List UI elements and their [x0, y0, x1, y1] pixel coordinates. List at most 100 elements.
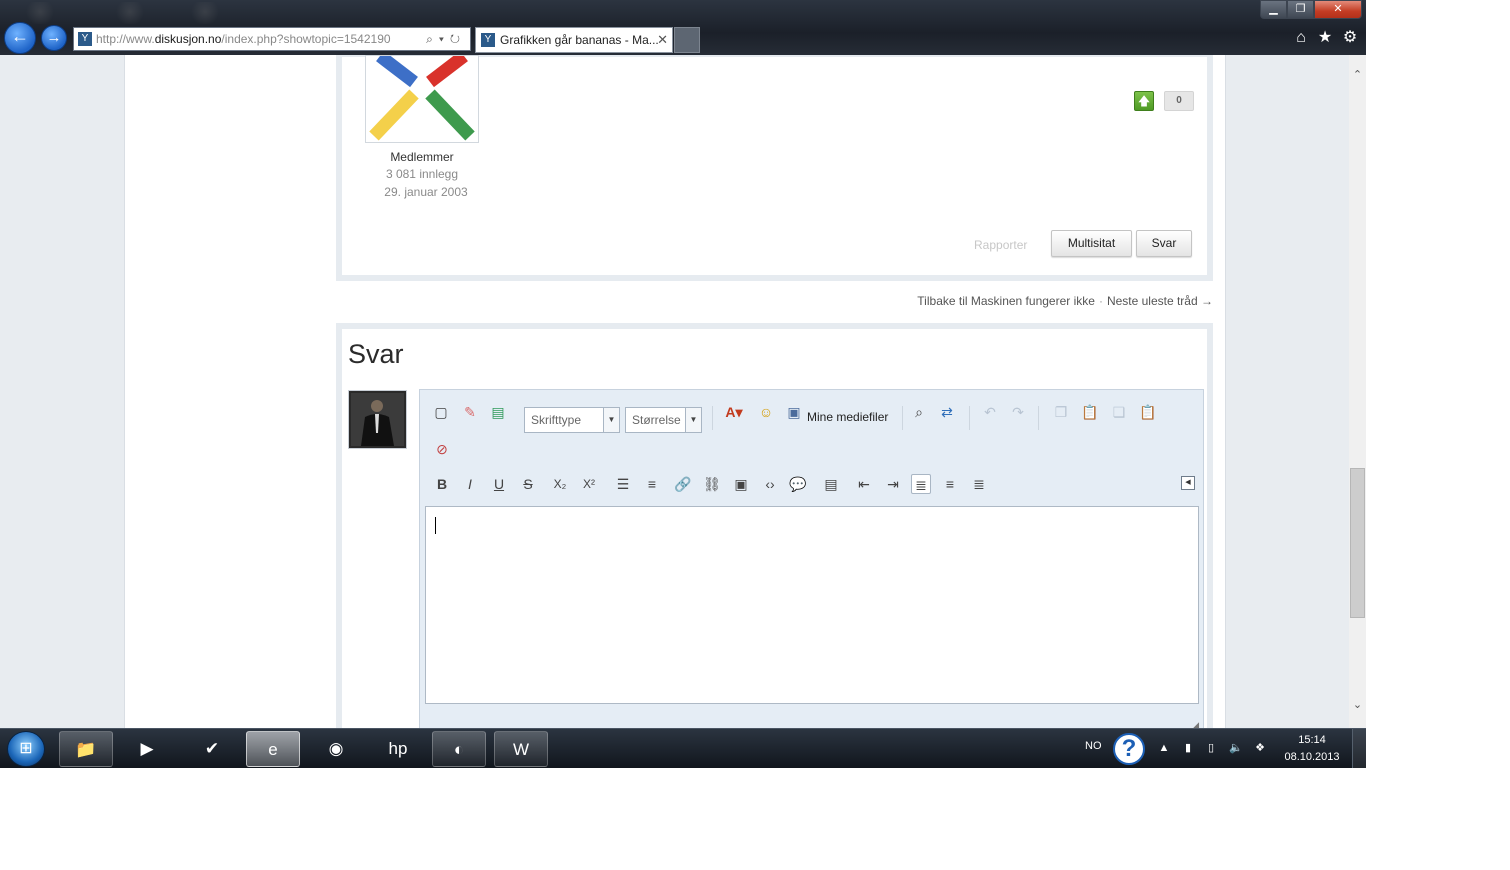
vertical-scrollbar[interactable]: ⌃ ⌄ [1349, 55, 1366, 728]
bittorrent-task[interactable]: ◐ [432, 731, 486, 767]
new-tab-button[interactable] [674, 27, 700, 53]
author-post-count: 3 081 innlegg [385, 167, 459, 181]
text-color-icon[interactable]: A▾ [720, 402, 748, 422]
user-avatar[interactable] [348, 390, 407, 449]
network-signal-icon[interactable]: ▮ [1181, 741, 1195, 755]
dropbox-icon[interactable]: ❖ [1253, 741, 1267, 755]
volume-muted-icon[interactable]: 🔈 [1229, 741, 1243, 755]
align-right-button[interactable]: ≣ [969, 474, 989, 494]
report-link[interactable]: Rapporter [974, 238, 1027, 252]
bold-button[interactable]: B [432, 474, 452, 494]
bulleted-list-button[interactable]: ☰ [613, 474, 633, 494]
favorites-star-icon[interactable]: ★ [1316, 29, 1334, 47]
editor-toolbar-top: ▢ ✎ ▤ Skrifttype ▼ Størrelse ▼ A▾ ☺ ▣ Mi… [424, 398, 1194, 433]
vote-up-button[interactable]: 🡅 [1134, 91, 1154, 111]
image-button[interactable]: ▣ [731, 474, 751, 494]
underline-button[interactable]: U [489, 474, 509, 494]
multiquote-button[interactable]: Multisitat [1051, 230, 1132, 257]
word-task[interactable]: W [494, 731, 548, 767]
subscript-button[interactable]: X₂ [550, 474, 570, 494]
editor-toolbar-format: B I U S X₂ X² ☰ ≡ 🔗 ⛓ ▣ ‹› 💬 ▤ ⇤ ⇥ ≣ ≡ ≣ [424, 470, 1194, 500]
tab-title: Grafikken går bananas - Ma... [500, 33, 659, 47]
address-bar[interactable]: Y http://www.diskusjon.no/index.php?show… [73, 27, 471, 51]
clock-time[interactable]: 15:14 [1280, 734, 1344, 746]
link-button[interactable]: 🔗 [673, 474, 693, 494]
internet-explorer-task[interactable]: e [246, 731, 300, 767]
minimize-button[interactable]: ▁ [1260, 0, 1287, 19]
explorer-task[interactable]: 📁 [59, 731, 113, 767]
code-button[interactable]: ‹› [760, 474, 780, 494]
resize-handle-icon[interactable]: ◢ [1192, 720, 1199, 728]
show-desktop-button[interactable] [1352, 729, 1366, 768]
reply-text-area[interactable] [425, 506, 1199, 704]
back-to-forum-link[interactable]: Tilbake til Maskinen fungerer ikke [917, 294, 1095, 308]
thread-navigation: Tilbake til Maskinen fungerer ikke · Neste… [917, 294, 1213, 308]
paste-text-icon[interactable]: ❏ [1109, 402, 1129, 422]
unlink-button[interactable]: ⛓ [702, 474, 722, 494]
back-button[interactable]: ← [4, 22, 36, 54]
help-icon[interactable]: ? [1113, 733, 1145, 765]
size-select[interactable]: Størrelse ▼ [625, 407, 702, 433]
emoticon-icon[interactable]: ☺ [756, 402, 776, 422]
scroll-down-icon[interactable]: ⌄ [1349, 697, 1366, 713]
quote-button[interactable]: 💬 [788, 474, 808, 494]
toolbar-divider [1038, 406, 1039, 430]
numbered-list-button[interactable]: ≡ [642, 474, 662, 494]
copy-icon[interactable]: ❐ [1051, 402, 1071, 422]
browser-tab[interactable]: Y Grafikken går bananas - Ma... ✕ [475, 27, 673, 53]
italic-button[interactable]: I [460, 474, 480, 494]
superscript-button[interactable]: X² [579, 474, 599, 494]
paste-word-icon[interactable]: 📋 [1138, 402, 1158, 422]
collapse-toolbar-icon[interactable]: ◀ [1181, 476, 1195, 490]
indent-button[interactable]: ⇥ [883, 474, 903, 494]
paste-icon[interactable]: 📋 [1080, 402, 1100, 422]
redo-icon[interactable]: ↷ [1008, 402, 1028, 422]
close-window-button[interactable]: ✕ [1314, 0, 1362, 19]
undo-icon[interactable]: ↶ [980, 402, 1000, 422]
battery-icon[interactable]: ▯ [1204, 741, 1218, 755]
show-hidden-icons-icon[interactable]: ▲ [1157, 741, 1171, 755]
find-icon[interactable]: ⌕ [909, 402, 929, 422]
nav-separator: · [1098, 294, 1103, 308]
address-actions-icon[interactable]: ⌕▾↻ [426, 28, 466, 50]
font-select[interactable]: Skrifttype ▼ [524, 407, 620, 433]
chevron-down-icon: ▼ [603, 408, 619, 432]
font-select-value: Skrifttype [531, 413, 582, 427]
toolbar-divider [712, 406, 713, 430]
tasks-app-task[interactable]: ✔ [185, 731, 239, 767]
clock-date[interactable]: 08.10.2013 [1280, 751, 1344, 763]
insert-table-icon[interactable]: ▤ [488, 402, 508, 422]
align-left-button[interactable]: ≣ [911, 474, 931, 494]
eraser-icon[interactable]: ✎ [460, 402, 480, 422]
home-icon[interactable]: ⌂ [1292, 29, 1310, 47]
internet-explorer-icon: e [268, 740, 278, 759]
scroll-thumb[interactable] [1350, 468, 1365, 618]
media-player-task[interactable]: ▶ [120, 731, 174, 767]
chevron-down-icon: ▼ [685, 408, 701, 432]
url-path: /index.php?showtopic=1542190 [221, 32, 391, 46]
spoiler-button[interactable]: ▤ [821, 474, 841, 494]
reply-button[interactable]: Svar [1136, 230, 1192, 257]
start-button[interactable]: ⊞ [7, 731, 45, 767]
strikethrough-button[interactable]: S [518, 474, 538, 494]
media-files-button[interactable]: Mine mediefiler [807, 410, 888, 424]
chrome-task[interactable]: ◉ [309, 731, 363, 767]
tab-close-icon[interactable]: ✕ [657, 28, 668, 52]
media-files-icon[interactable]: ▣ [784, 402, 804, 422]
source-mode-icon[interactable]: ▢ [431, 402, 451, 422]
toolbar-divider [902, 406, 903, 430]
forward-button[interactable]: → [41, 25, 67, 51]
gear-icon[interactable]: ⚙ [1341, 29, 1359, 47]
reply-section: Svar ▢ ✎ ▤ Skrifttype ▼ Størrelse ▼ A▾ ☺… [336, 323, 1213, 728]
outdent-button[interactable]: ⇤ [854, 474, 874, 494]
next-unread-link[interactable]: Neste uleste tråd → [1107, 294, 1213, 308]
author-join-date: 29. januar 2003 [384, 185, 468, 199]
hp-task[interactable]: hp [371, 731, 425, 767]
replace-icon[interactable]: ⇄ [937, 402, 957, 422]
language-indicator[interactable]: NO [1085, 740, 1102, 752]
spellcheck-icon[interactable]: ⊘ [432, 439, 452, 459]
restore-button[interactable]: ❐ [1287, 0, 1314, 19]
author-avatar[interactable] [365, 55, 479, 143]
align-center-button[interactable]: ≡ [940, 474, 960, 494]
scroll-up-icon[interactable]: ⌃ [1349, 67, 1366, 83]
